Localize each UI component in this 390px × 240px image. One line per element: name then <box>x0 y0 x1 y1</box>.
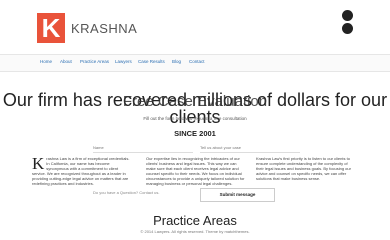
nav-item-practice-areas[interactable]: Practice Areas <box>80 59 109 64</box>
nav-item-about[interactable]: About <box>60 59 72 64</box>
since-badge: SINCE 2001 <box>174 129 216 138</box>
nav-item-contact[interactable]: Contact <box>189 59 205 64</box>
name-field[interactable] <box>93 152 193 153</box>
dropcap-letter: K <box>32 154 45 173</box>
column-text: Krashna Law's first priority is to liste… <box>256 156 351 181</box>
hero-subtitle: Fill out the form below to request a fre… <box>143 116 247 121</box>
evaluation-title: Free Case Evaluation <box>122 93 268 110</box>
submit-message-button[interactable]: Submit message <box>200 188 275 202</box>
logo-text: KRASHNA <box>71 20 138 36</box>
nav-item-lawyers[interactable]: Lawyers <box>115 59 132 64</box>
about-column-3: Krashna Law's first priority is to liste… <box>256 156 356 181</box>
about-column-1: Krashna Law is a firm of exceptional cre… <box>32 154 132 186</box>
menu-toggle-icon[interactable] <box>342 10 356 34</box>
message-hint: Do you have a Question? Contact us. <box>93 190 160 195</box>
about-column-2: Our expertise lies in recognizing the in… <box>146 156 246 186</box>
nav-item-case-results[interactable]: Case Results <box>138 59 165 64</box>
footer-text: © 2014 Lawyers. All rights reserved. The… <box>140 229 250 234</box>
name-label: Name <box>93 145 104 150</box>
nav-item-home[interactable]: Home <box>40 59 52 64</box>
site-logo[interactable]: K KRASHNA <box>37 13 137 43</box>
nav-item-blog[interactable]: Blog <box>172 59 181 64</box>
case-label: Tell us about your case <box>200 145 241 150</box>
case-field[interactable] <box>200 152 300 153</box>
column-text: rashna Law is a firm of exceptional cred… <box>32 156 130 186</box>
main-navigation: Home About Practice Areas Lawyers Case R… <box>0 54 390 72</box>
logo-mark: K <box>37 13 65 43</box>
practice-areas-title: Practice Areas <box>153 213 237 228</box>
column-text: Our expertise lies in recognizing the in… <box>146 156 245 186</box>
